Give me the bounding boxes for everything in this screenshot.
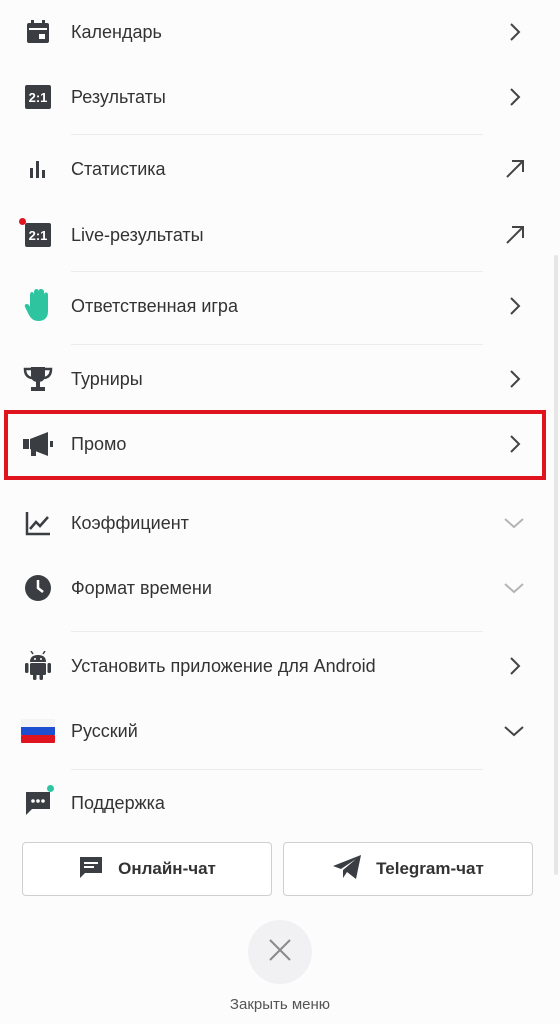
menu-item-statistics[interactable]: Статистика (0, 147, 540, 191)
menu-item-language[interactable]: Русский (0, 709, 540, 753)
close-menu-button[interactable] (248, 920, 312, 984)
live-dot-icon (19, 218, 26, 225)
scrollbar[interactable] (554, 255, 558, 875)
chevron-right-icon (506, 370, 524, 388)
close-icon (268, 938, 292, 967)
menu-item-label: Установить приложение для Android (71, 655, 376, 676)
chevron-right-icon (506, 657, 524, 675)
chevron-down-icon (504, 722, 524, 740)
divider (71, 134, 483, 135)
menu-item-label: Поддержка (71, 792, 165, 813)
hand-icon (22, 289, 54, 322)
menu-item-calendar[interactable]: Календарь (0, 10, 540, 54)
menu-item-label: Календарь (71, 21, 162, 42)
menu-item-label: Формат времени (71, 577, 212, 598)
chevron-down-icon (504, 579, 524, 597)
menu-item-odds[interactable]: Коэффициент (0, 501, 540, 545)
score-icon: 2:1 (22, 81, 54, 113)
external-link-icon (504, 158, 526, 180)
external-link-icon (504, 224, 526, 246)
side-menu: Календарь 2:1 Результаты Статистика 2:1 … (0, 0, 560, 1024)
online-chat-label: Онлайн-чат (118, 859, 216, 878)
trophy-icon (22, 363, 54, 395)
chevron-right-icon (506, 435, 524, 453)
chevron-right-icon (506, 88, 524, 106)
menu-item-label: Live-результаты (71, 224, 204, 245)
menu-item-responsible-gaming[interactable]: Ответственная игра (0, 284, 540, 328)
svg-text:2:1: 2:1 (29, 90, 48, 105)
android-icon (22, 650, 54, 682)
menu-item-results[interactable]: 2:1 Результаты (0, 75, 540, 119)
close-menu-label: Закрыть меню (229, 996, 331, 1013)
menu-item-label: Русский (71, 720, 138, 741)
online-chat-button[interactable]: Онлайн-чат (22, 842, 272, 896)
menu-item-label: Статистика (71, 158, 166, 179)
telegram-chat-button[interactable]: Telegram-чат (283, 842, 533, 896)
menu-item-label: Промо (71, 433, 127, 454)
telegram-chat-label: Telegram-чат (376, 859, 484, 878)
divider (71, 769, 483, 770)
russia-flag-icon (20, 715, 56, 747)
menu-item-promo[interactable]: Промо (0, 422, 540, 466)
menu-item-label: Турниры (71, 368, 143, 389)
online-dot-icon (47, 785, 54, 792)
chevron-right-icon (506, 23, 524, 41)
divider (71, 271, 483, 272)
divider (71, 631, 483, 632)
chevron-down-icon (504, 514, 524, 532)
bar-chart-icon (22, 153, 54, 185)
menu-item-support: Поддержка (0, 781, 540, 825)
menu-item-android-app[interactable]: Установить приложение для Android (0, 644, 540, 688)
menu-item-label: Ответственная игра (71, 295, 238, 316)
chevron-right-icon (506, 297, 524, 315)
menu-item-time-format[interactable]: Формат времени (0, 566, 540, 610)
live-score-icon: 2:1 (22, 219, 54, 251)
menu-item-tournaments[interactable]: Турниры (0, 357, 540, 401)
trend-icon (22, 507, 54, 539)
calendar-icon (22, 16, 54, 48)
menu-item-label: Результаты (71, 86, 166, 107)
svg-text:2:1: 2:1 (29, 228, 48, 243)
divider (71, 344, 483, 345)
telegram-icon (332, 854, 362, 885)
clock-icon (22, 572, 54, 604)
menu-item-live-results[interactable]: 2:1 Live-результаты (0, 213, 540, 257)
menu-item-label: Коэффициент (71, 512, 189, 533)
megaphone-icon (22, 428, 54, 460)
message-icon (78, 855, 104, 884)
